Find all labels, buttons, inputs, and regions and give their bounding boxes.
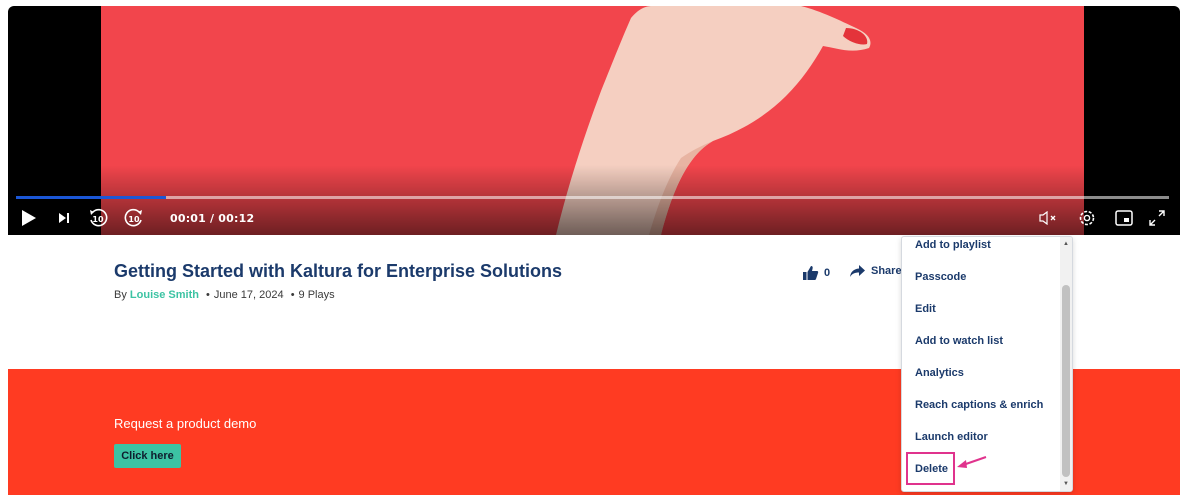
progress-bar[interactable] bbox=[16, 196, 1169, 199]
play-button[interactable] bbox=[20, 206, 38, 230]
likes-count: 0 bbox=[824, 267, 831, 279]
by-prefix: By bbox=[114, 289, 127, 301]
volume-muted-icon bbox=[1039, 211, 1056, 225]
menu-item-edit[interactable]: Edit bbox=[915, 303, 936, 315]
click-here-button[interactable]: Click here bbox=[114, 444, 181, 468]
forward-10-button[interactable]: 10 bbox=[122, 206, 146, 230]
separator-dot: • bbox=[290, 289, 295, 301]
share-button[interactable]: Share bbox=[850, 265, 902, 277]
gear-icon bbox=[1079, 210, 1095, 226]
volume-button[interactable] bbox=[1038, 206, 1062, 230]
scroll-down-icon[interactable]: ▼ bbox=[1060, 478, 1072, 490]
share-arrow-icon bbox=[850, 265, 865, 277]
svg-text:10: 10 bbox=[128, 215, 140, 224]
rewind-10-icon: 10 bbox=[90, 208, 108, 227]
author-link[interactable]: Louise Smith bbox=[130, 289, 199, 301]
menu-item-reach-captions[interactable]: Reach captions & enrich bbox=[915, 399, 1043, 411]
plays-count: 9 Plays bbox=[298, 289, 335, 301]
picture-in-picture-icon bbox=[1115, 210, 1133, 226]
rewind-10-button[interactable]: 10 bbox=[86, 206, 110, 230]
fullscreen-icon bbox=[1149, 210, 1165, 226]
menu-item-add-to-playlist[interactable]: Add to playlist bbox=[915, 239, 991, 251]
like-button[interactable]: 0 bbox=[802, 265, 830, 281]
media-title: Getting Started with Kaltura for Enterpr… bbox=[114, 261, 563, 281]
video-player[interactable]: 10 10 00:01 / 00:12 bbox=[8, 6, 1180, 235]
thumbs-up-icon bbox=[803, 266, 819, 280]
svg-text:10: 10 bbox=[92, 215, 104, 224]
settings-button[interactable] bbox=[1076, 206, 1098, 230]
banner-text: Request a product demo bbox=[114, 416, 257, 431]
time-readout: 00:01 / 00:12 bbox=[170, 212, 255, 225]
scroll-up-icon[interactable]: ▲ bbox=[1060, 238, 1072, 250]
progress-fill bbox=[16, 196, 166, 199]
menu-item-analytics[interactable]: Analytics bbox=[915, 367, 964, 379]
share-label: Share bbox=[871, 265, 902, 277]
menu-item-add-to-watch-list[interactable]: Add to watch list bbox=[915, 335, 1003, 347]
skip-next-icon bbox=[59, 213, 69, 223]
media-byline: By Louise Smith • June 17, 2024 • 9 Plays bbox=[114, 289, 335, 301]
play-icon bbox=[22, 210, 36, 226]
delete-highlight-box bbox=[906, 452, 955, 485]
separator-dot: • bbox=[206, 289, 210, 301]
menu-scrollbar[interactable]: ▲ ▼ bbox=[1060, 237, 1072, 491]
next-button[interactable] bbox=[56, 206, 72, 230]
menu-item-launch-editor[interactable]: Launch editor bbox=[915, 431, 988, 443]
pointer-arrow-icon bbox=[957, 456, 987, 468]
menu-item-passcode[interactable]: Passcode bbox=[915, 271, 966, 283]
forward-10-icon: 10 bbox=[124, 208, 142, 227]
pip-button[interactable] bbox=[1113, 206, 1135, 230]
scroll-thumb[interactable] bbox=[1062, 285, 1070, 477]
fullscreen-button[interactable] bbox=[1146, 206, 1168, 230]
publish-date: June 17, 2024 bbox=[213, 289, 284, 301]
